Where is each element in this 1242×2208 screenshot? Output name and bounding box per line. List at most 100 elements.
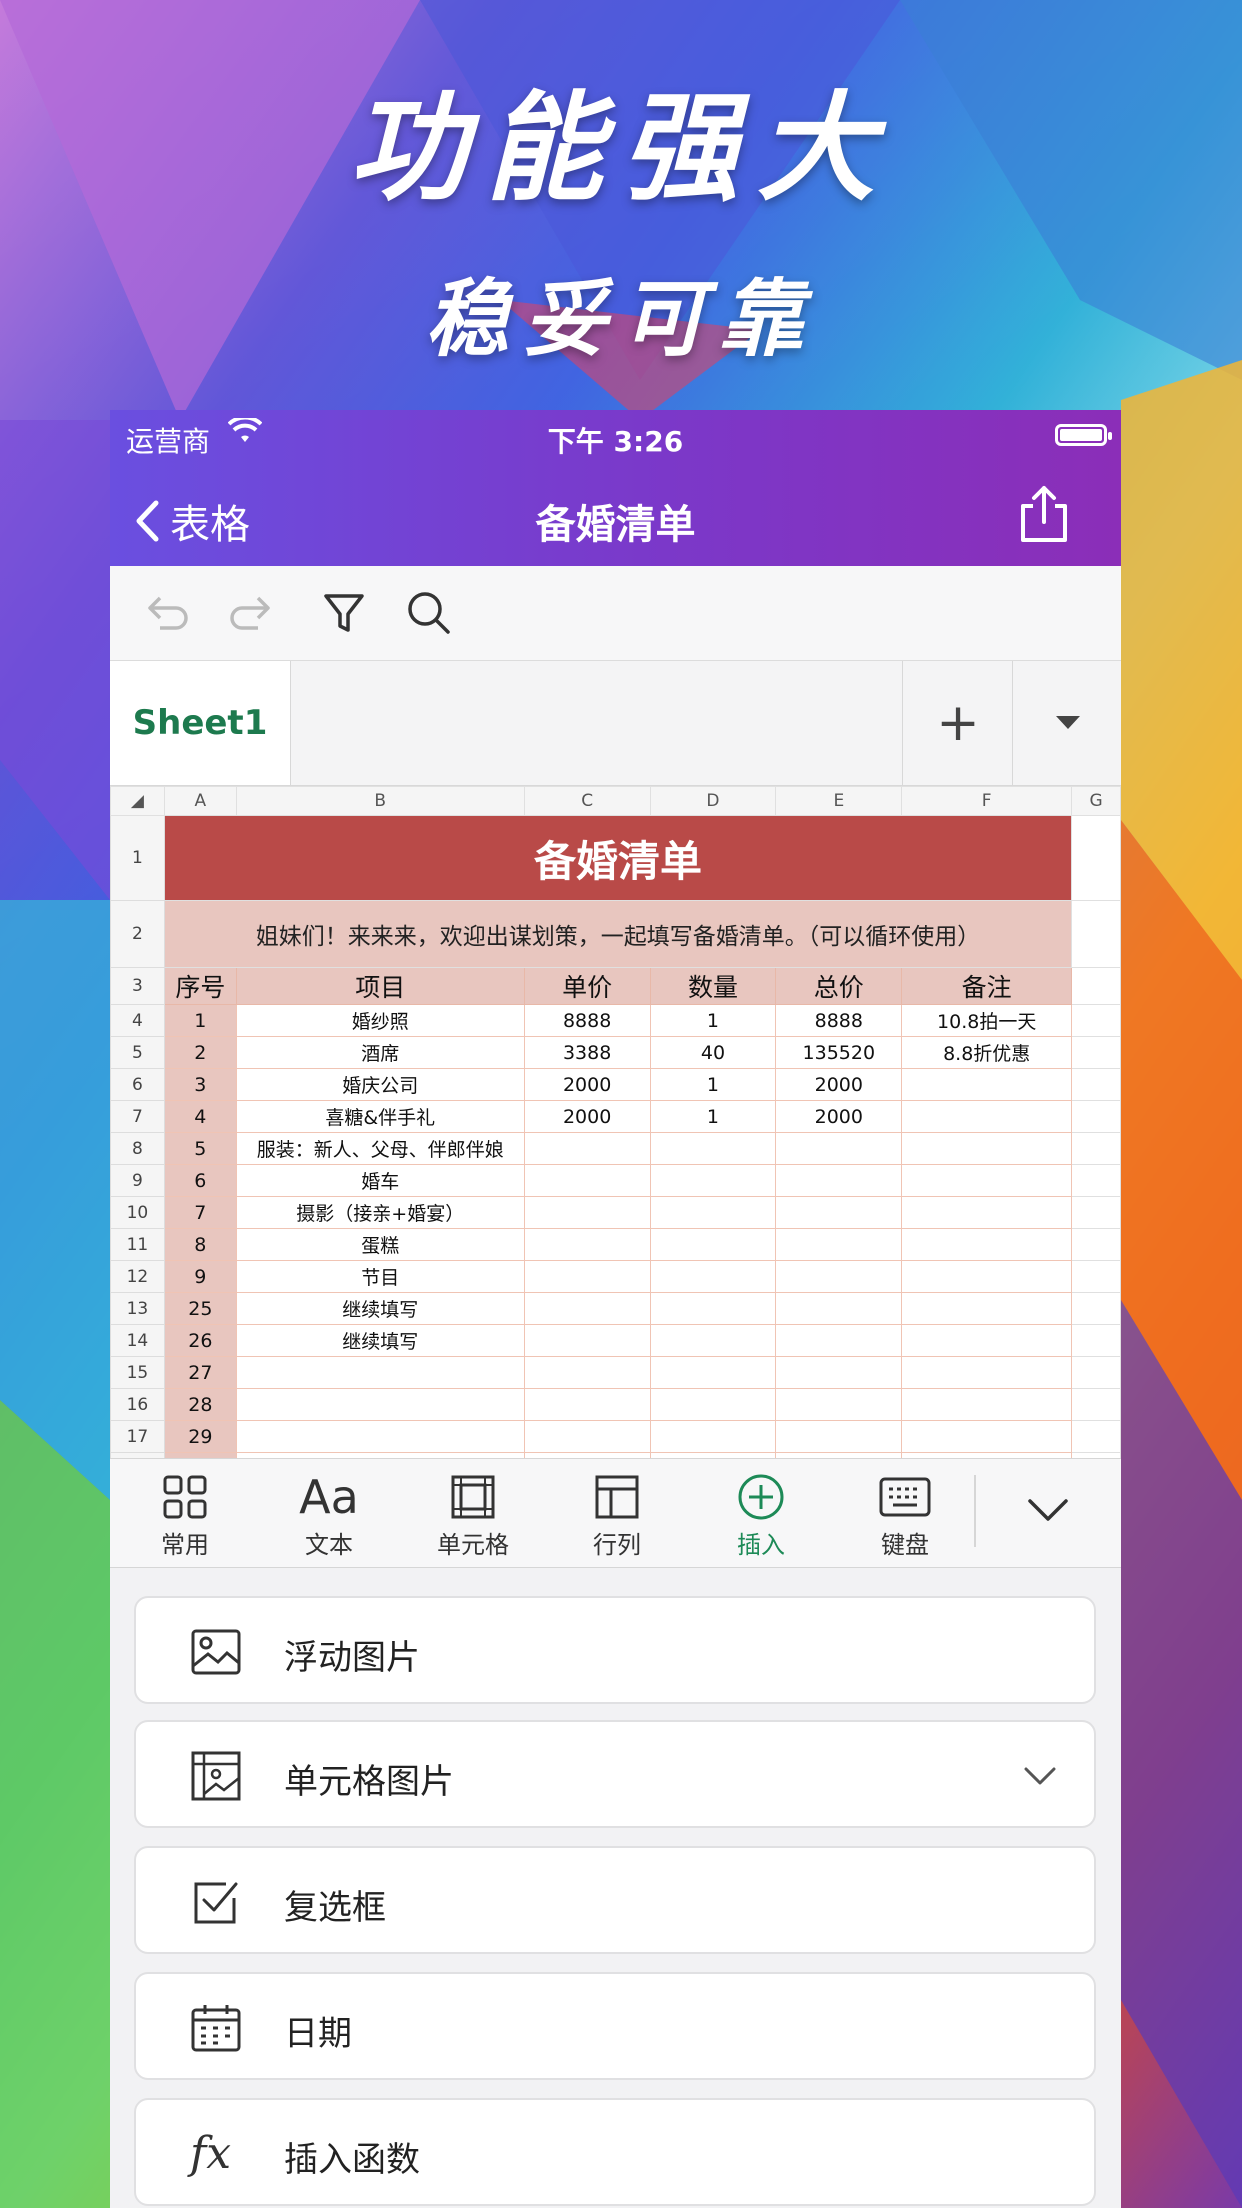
cell[interactable] — [901, 1260, 1073, 1293]
index-cell[interactable]: 6 — [163, 1164, 237, 1197]
cell[interactable]: 喜糖&伴手礼 — [235, 1100, 525, 1133]
cell[interactable]: 继续填写 — [235, 1292, 525, 1325]
cell[interactable] — [523, 1388, 651, 1421]
cell[interactable] — [1071, 1292, 1121, 1325]
row-header[interactable]: 7 — [110, 1100, 165, 1133]
cell[interactable]: 婚庆公司 — [235, 1068, 525, 1101]
cell[interactable]: 3388 — [523, 1036, 651, 1069]
sheet-menu-button[interactable] — [1012, 661, 1121, 785]
cell[interactable] — [901, 1068, 1073, 1101]
cell[interactable] — [523, 1196, 651, 1229]
index-cell[interactable]: 25 — [163, 1292, 237, 1325]
cell[interactable] — [235, 1356, 525, 1389]
cell[interactable] — [1071, 900, 1121, 968]
cell[interactable]: 节目 — [235, 1260, 525, 1293]
insert-checkbox[interactable]: 复选框 — [134, 1846, 1096, 1954]
insert-function[interactable]: fx 插入函数 — [134, 2098, 1096, 2206]
index-cell[interactable]: 7 — [163, 1196, 237, 1229]
cell[interactable]: 酒席 — [235, 1036, 525, 1069]
cell[interactable] — [649, 1132, 777, 1165]
row-header[interactable]: 11 — [110, 1228, 165, 1261]
cell[interactable]: 2000 — [523, 1068, 651, 1101]
cell[interactable] — [235, 1420, 525, 1453]
cell[interactable]: 8.8折优惠 — [901, 1036, 1073, 1069]
index-cell[interactable]: 4 — [163, 1100, 237, 1133]
index-cell[interactable]: 1 — [163, 1004, 237, 1037]
column-header[interactable]: E — [775, 786, 903, 816]
tab-cell[interactable]: 单元格 — [418, 1473, 528, 1560]
cell[interactable] — [1071, 1420, 1121, 1453]
cell[interactable]: 8888 — [775, 1004, 903, 1037]
cell[interactable]: 1 — [649, 1068, 777, 1101]
cell[interactable]: 继续填写 — [235, 1324, 525, 1357]
cell[interactable] — [775, 1164, 903, 1197]
row-header[interactable]: 14 — [110, 1324, 165, 1357]
cell[interactable] — [775, 1292, 903, 1325]
header-cell[interactable]: 备注 — [901, 967, 1073, 1005]
cell[interactable] — [1071, 1228, 1121, 1261]
cell[interactable]: 摄影（接亲+婚宴） — [235, 1196, 525, 1229]
column-header[interactable]: A — [163, 786, 237, 816]
cell[interactable] — [523, 1132, 651, 1165]
row-header[interactable]: 1 — [110, 815, 165, 901]
cell[interactable] — [1071, 1324, 1121, 1357]
redo-icon[interactable] — [230, 588, 278, 636]
index-cell[interactable]: 5 — [163, 1132, 237, 1165]
cell[interactable] — [523, 1164, 651, 1197]
cell[interactable] — [901, 1356, 1073, 1389]
cell[interactable]: 1 — [649, 1004, 777, 1037]
cell[interactable]: 135520 — [775, 1036, 903, 1069]
cell[interactable] — [1071, 1036, 1121, 1069]
cell[interactable] — [901, 1388, 1073, 1421]
cell[interactable] — [775, 1196, 903, 1229]
row-header[interactable]: 5 — [110, 1036, 165, 1069]
cell[interactable] — [1071, 1068, 1121, 1101]
row-header[interactable]: 9 — [110, 1164, 165, 1197]
cell[interactable]: 2000 — [775, 1100, 903, 1133]
cell[interactable] — [1071, 1196, 1121, 1229]
index-cell[interactable]: 28 — [163, 1388, 237, 1421]
tab-keyboard[interactable]: 键盘 — [850, 1473, 960, 1560]
cell[interactable]: 婚车 — [235, 1164, 525, 1197]
cell[interactable] — [649, 1164, 777, 1197]
insert-date[interactable]: 日期 — [134, 1972, 1096, 2080]
cell[interactable] — [775, 1260, 903, 1293]
add-sheet-button[interactable]: + — [902, 661, 1013, 785]
header-cell[interactable]: 项目 — [235, 967, 525, 1005]
tab-insert[interactable]: 插入 — [706, 1473, 816, 1560]
tab-text[interactable]: Aa 文本 — [274, 1473, 384, 1560]
cell[interactable] — [1071, 1388, 1121, 1421]
cell[interactable] — [649, 1260, 777, 1293]
column-header[interactable]: B — [235, 786, 525, 816]
cell[interactable]: 40 — [649, 1036, 777, 1069]
cell[interactable] — [1071, 1004, 1121, 1037]
cell[interactable] — [775, 1132, 903, 1165]
header-cell[interactable]: 总价 — [775, 967, 903, 1005]
cell[interactable] — [901, 1228, 1073, 1261]
cell[interactable] — [523, 1228, 651, 1261]
cell[interactable] — [1071, 1356, 1121, 1389]
cell[interactable]: 10.8拍一天 — [901, 1004, 1073, 1037]
share-icon[interactable] — [1017, 484, 1071, 544]
collapse-chevron-icon[interactable] — [1026, 1497, 1070, 1525]
index-cell[interactable]: 26 — [163, 1324, 237, 1357]
column-header[interactable]: G — [1071, 786, 1121, 816]
row-header[interactable]: 3 — [110, 967, 165, 1005]
index-cell[interactable]: 27 — [163, 1356, 237, 1389]
header-cell[interactable]: 序号 — [163, 967, 237, 1005]
column-header[interactable]: D — [649, 786, 777, 816]
tab-common[interactable]: 常用 — [130, 1473, 240, 1560]
row-header[interactable]: 16 — [110, 1388, 165, 1421]
sheet-subtitle-cell[interactable]: 姐妹们！来来来，欢迎出谋划策，一起填写备婚清单。（可以循环使用） — [163, 900, 1073, 968]
tab-sheet1[interactable]: Sheet1 — [110, 661, 291, 785]
cell[interactable]: 1 — [649, 1100, 777, 1133]
index-cell[interactable]: 9 — [163, 1260, 237, 1293]
row-header[interactable]: 4 — [110, 1004, 165, 1037]
cell[interactable] — [235, 1388, 525, 1421]
cell[interactable] — [649, 1420, 777, 1453]
cell[interactable]: 2000 — [775, 1068, 903, 1101]
row-header[interactable]: 13 — [110, 1292, 165, 1325]
cell[interactable] — [1071, 1260, 1121, 1293]
cell[interactable] — [523, 1324, 651, 1357]
cell[interactable] — [775, 1228, 903, 1261]
